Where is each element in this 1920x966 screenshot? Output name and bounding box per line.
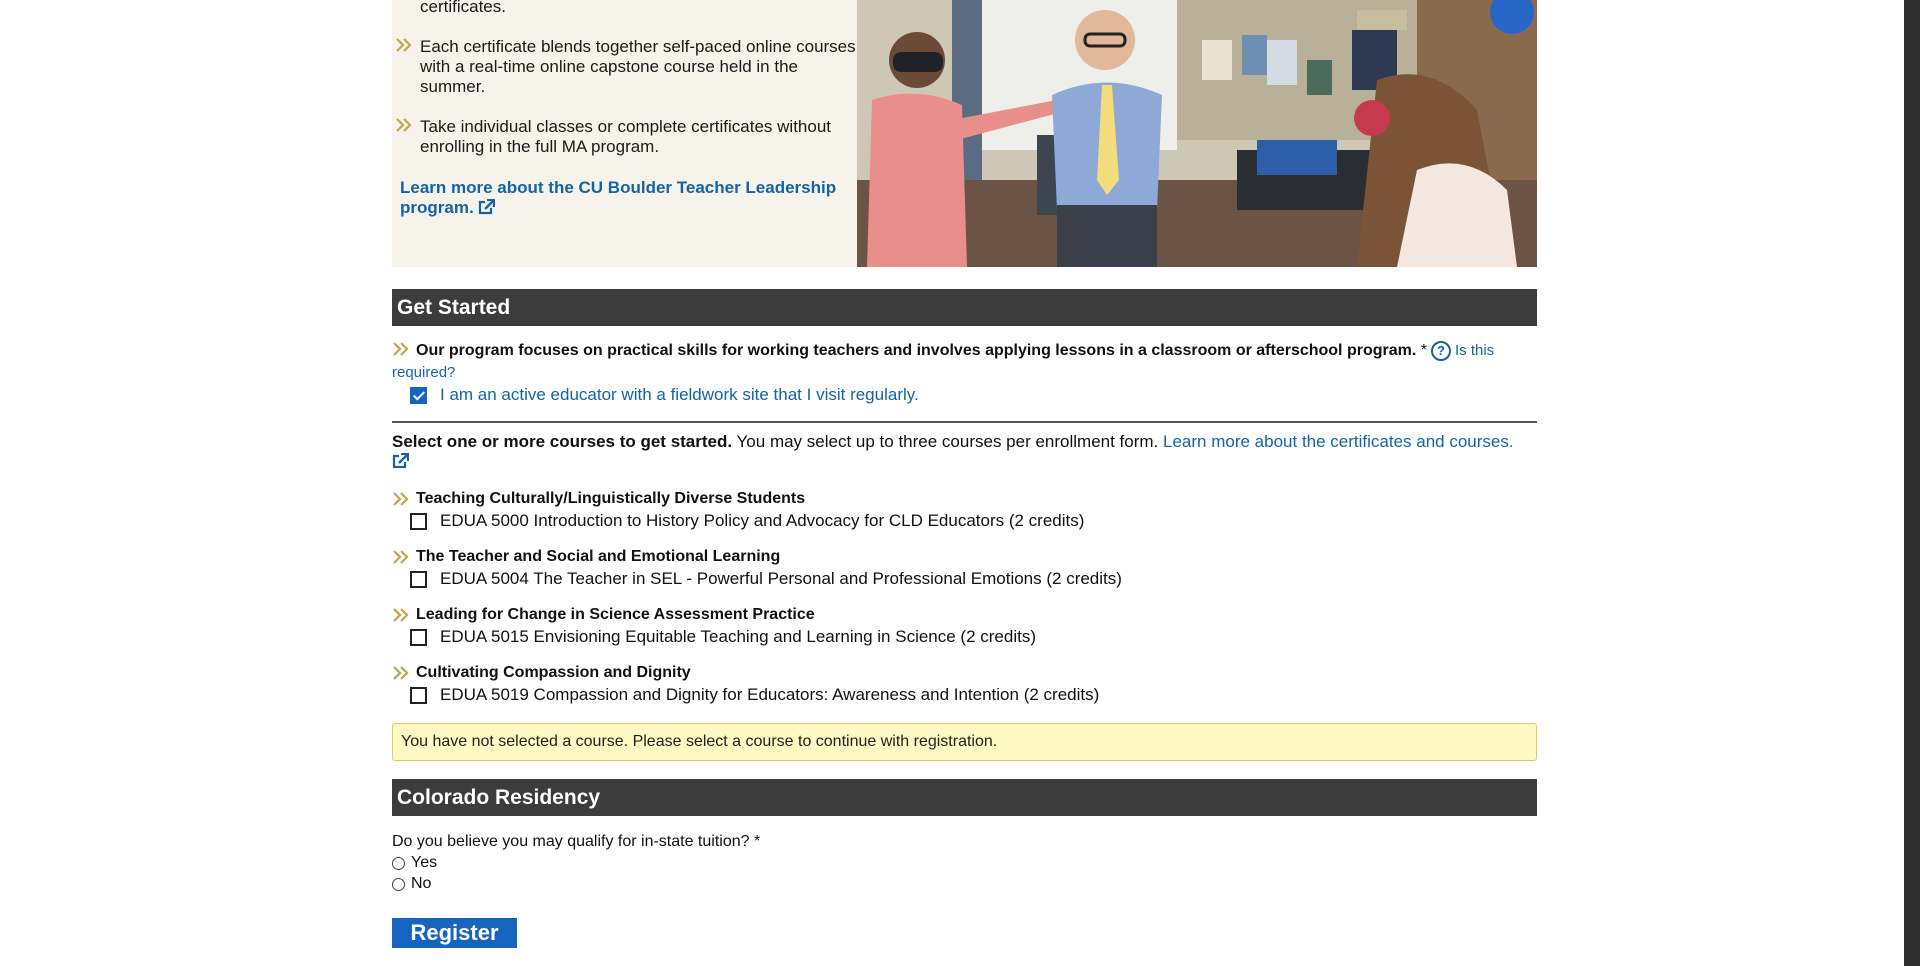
promo-block: certificates. Each certificate blends to… xyxy=(392,0,1537,267)
double-chevron-right-icon xyxy=(392,549,410,565)
course-group-title: The Teacher and Social and Emotional Lea… xyxy=(392,547,780,567)
educator-question: Our program focuses on practical skills … xyxy=(392,341,1537,383)
residency-radio-yes[interactable] xyxy=(392,856,405,870)
promo-bullet-text: Take individual classes or complete cert… xyxy=(420,117,832,156)
course-select-intro-bold: Select one or more courses to get starte… xyxy=(392,432,733,451)
course-checkbox-row[interactable]: EDUA 5019 Compassion and Dignity for Edu… xyxy=(410,685,1099,705)
course-label[interactable]: EDUA 5019 Compassion and Dignity for Edu… xyxy=(440,685,1099,705)
double-chevron-right-icon xyxy=(395,117,413,133)
double-chevron-right-icon xyxy=(392,341,410,363)
educator-checkbox-label[interactable]: I am an active educator with a fieldwork… xyxy=(440,385,919,405)
residency-option-label[interactable]: Yes xyxy=(411,853,437,873)
course-checkbox-edua-5000[interactable] xyxy=(410,512,427,530)
educator-checkbox-row[interactable]: I am an active educator with a fieldwork… xyxy=(410,385,919,405)
divider xyxy=(392,421,1537,423)
educator-checkbox[interactable] xyxy=(410,386,427,404)
promo-bullet-text: certificates. xyxy=(420,0,506,16)
course-checkbox-edua-5004[interactable] xyxy=(410,570,427,588)
course-select-intro-text: You may select up to three courses per e… xyxy=(736,432,1159,451)
required-mark: * xyxy=(1420,342,1427,359)
colorado-residency-heading: Colorado Residency xyxy=(392,779,1537,816)
double-chevron-right-icon xyxy=(392,607,410,623)
scrollbar[interactable] xyxy=(1904,0,1920,966)
external-link-icon xyxy=(478,198,496,220)
educator-question-text: Our program focuses on practical skills … xyxy=(416,342,1417,359)
course-checkbox-row[interactable]: EDUA 5000 Introduction to History Policy… xyxy=(410,511,1084,531)
residency-option-yes[interactable]: Yes xyxy=(392,853,437,873)
get-started-heading: Get Started xyxy=(392,289,1537,326)
course-label[interactable]: EDUA 5015 Envisioning Equitable Teaching… xyxy=(440,627,1036,647)
course-group-title-text: Leading for Change in Science Assessment… xyxy=(416,606,815,623)
double-chevron-right-icon xyxy=(395,37,413,53)
course-group-title-text: Teaching Culturally/Linguistically Diver… xyxy=(416,490,806,507)
page-content: certificates. Each certificate blends to… xyxy=(392,0,1537,948)
promo-bullet-text: Each certificate blends together self-pa… xyxy=(420,37,856,96)
course-group-title-text: Cultivating Compassion and Dignity xyxy=(416,664,691,681)
course-checkbox-edua-5019[interactable] xyxy=(410,686,427,704)
double-chevron-right-icon xyxy=(392,491,410,507)
course-label[interactable]: EDUA 5000 Introduction to History Policy… xyxy=(440,511,1084,531)
external-link-icon xyxy=(392,452,410,474)
course-select-intro: Select one or more courses to get starte… xyxy=(392,432,1537,474)
course-checkbox-edua-5015[interactable] xyxy=(410,628,427,646)
learn-more-teacher-leadership-link[interactable]: Learn more about the CU Boulder Teacher … xyxy=(400,178,850,220)
promo-bullet: Take individual classes or complete cert… xyxy=(392,117,857,157)
classroom-photo xyxy=(857,0,1537,267)
course-checkbox-row[interactable]: EDUA 5004 The Teacher in SEL - Powerful … xyxy=(410,569,1122,589)
course-group-title: Teaching Culturally/Linguistically Diver… xyxy=(392,489,805,509)
course-group-title: Cultivating Compassion and Dignity xyxy=(392,663,691,683)
course-group-title-text: The Teacher and Social and Emotional Lea… xyxy=(416,548,781,565)
promo-bullet: Each certificate blends together self-pa… xyxy=(392,37,857,97)
course-group-title: Leading for Change in Science Assessment… xyxy=(392,605,815,625)
residency-option-label[interactable]: No xyxy=(411,874,431,894)
residency-question: Do you believe you may qualify for in-st… xyxy=(392,833,761,850)
promo-bullet-partial: certificates. xyxy=(392,0,506,17)
double-chevron-right-icon xyxy=(392,665,410,681)
course-checkbox-row[interactable]: EDUA 5015 Envisioning Equitable Teaching… xyxy=(410,627,1036,647)
course-label[interactable]: EDUA 5004 The Teacher in SEL - Powerful … xyxy=(440,569,1122,589)
residency-radio-no[interactable] xyxy=(392,877,405,891)
no-course-selected-alert: You have not selected a course. Please s… xyxy=(392,723,1537,761)
register-button[interactable]: Register xyxy=(392,918,517,948)
question-circle-icon[interactable]: ? xyxy=(1430,341,1451,361)
residency-option-no[interactable]: No xyxy=(392,874,431,894)
